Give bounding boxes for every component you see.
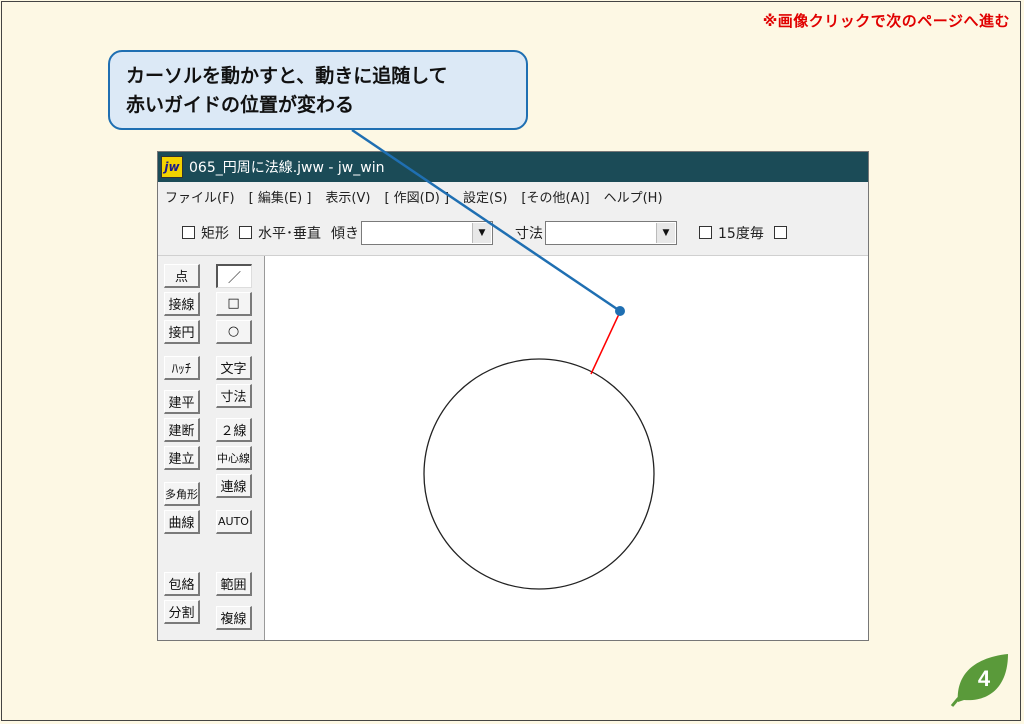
tool-text[interactable]: 文字 [216, 356, 252, 380]
control-bar: 矩形 水平･垂直 傾き ▼ 寸法 ▼ 15度毎 [158, 210, 868, 256]
tool-polygon[interactable]: 多角形 [164, 482, 200, 506]
checkbox-box [239, 226, 252, 239]
tool-center-line[interactable]: 中心線 [216, 446, 252, 470]
tool-plan[interactable]: 建平 [164, 390, 200, 414]
checkbox-box [773, 226, 787, 239]
checkbox-box [699, 226, 712, 239]
tool-connect-line[interactable]: 連線 [216, 474, 252, 498]
tool-circle[interactable]: ○ [216, 320, 252, 344]
tool-line[interactable]: ／ [216, 264, 252, 288]
tool-copy-line[interactable]: 複線 [216, 606, 252, 630]
menu-edit[interactable]: [ 編集(E) ] [242, 187, 319, 206]
window-title: 065_円周に法線.jww - jw_win [189, 160, 385, 176]
menu-other[interactable]: [その他(A)] [514, 187, 596, 206]
canvas-drawing [423, 313, 655, 590]
work-area: 点 接線 接円 ﾊｯﾁ 建平 建断 建立 多角形 曲線 包絡 分割 ／ □ ○ … [158, 256, 868, 640]
titlebar[interactable]: jw 065_円周に法線.jww - jw_win [158, 152, 868, 182]
page-number-badge: 4 [950, 654, 1008, 707]
dim-combo[interactable]: ▼ [545, 220, 677, 245]
tool-range[interactable]: 範囲 [216, 572, 252, 596]
tool-elevation[interactable]: 建立 [164, 446, 200, 470]
rect-label: 矩形 [201, 225, 229, 242]
tool-divide[interactable]: 分割 [164, 600, 200, 624]
extra-checkbox[interactable] [773, 226, 793, 239]
menu-view[interactable]: 表示(V) [318, 187, 377, 206]
tool-section[interactable]: 建断 [164, 418, 200, 442]
page-number: 4 [978, 666, 991, 691]
menu-bar: ファイル(F) [ 編集(E) ] 表示(V) [ 作図(D) ] 設定(S) … [158, 182, 868, 210]
tool-point[interactable]: 点 [164, 264, 200, 288]
tool-double-line[interactable]: ２線 [216, 418, 252, 442]
callout-box: カーソルを動かすと、動きに追随して 赤いガイドの位置が変わる [108, 50, 528, 130]
next-page-note: ※画像クリックで次のページへ進む [762, 12, 1010, 30]
deg15-label: 15度毎 [718, 225, 764, 242]
slope-combo[interactable]: ▼ [361, 220, 493, 245]
tool-panel: 点 接線 接円 ﾊｯﾁ 建平 建断 建立 多角形 曲線 包絡 分割 ／ □ ○ … [158, 256, 265, 640]
tool-hatch[interactable]: ﾊｯﾁ [164, 356, 200, 380]
tool-envelope[interactable]: 包絡 [164, 572, 200, 596]
callout-line-1: カーソルを動かすと、動きに追随して [126, 65, 448, 87]
callout-line-2: 赤いガイドの位置が変わる [126, 94, 355, 116]
jw-app-icon: jw [161, 156, 183, 178]
menu-help[interactable]: ヘルプ(H) [597, 187, 670, 206]
tool-rectangle[interactable]: □ [216, 292, 252, 316]
menu-draw[interactable]: [ 作図(D) ] [377, 187, 456, 206]
dropdown-arrow-icon[interactable]: ▼ [656, 222, 675, 243]
tool-auto[interactable]: AUTO [216, 510, 252, 534]
tool-dimension[interactable]: 寸法 [216, 384, 252, 408]
tool-tangent-line[interactable]: 接線 [164, 292, 200, 316]
rect-checkbox[interactable]: 矩形 [182, 223, 229, 243]
menu-settings[interactable]: 設定(S) [456, 187, 514, 206]
drawn-circle [423, 358, 655, 590]
red-normal-guide [590, 313, 620, 375]
jw-window: jw 065_円周に法線.jww - jw_win ファイル(F) [ 編集(E… [157, 151, 869, 641]
hv-checkbox[interactable]: 水平･垂直 [239, 223, 321, 243]
dim-label: 寸法 [515, 225, 543, 242]
checkbox-box [182, 226, 195, 239]
tool-tangent-circle[interactable]: 接円 [164, 320, 200, 344]
drawing-canvas[interactable] [265, 256, 868, 640]
dropdown-arrow-icon[interactable]: ▼ [472, 222, 491, 243]
tool-curve[interactable]: 曲線 [164, 510, 200, 534]
menu-file[interactable]: ファイル(F) [158, 187, 242, 206]
deg15-checkbox[interactable]: 15度毎 [699, 223, 764, 243]
slope-label: 傾き [331, 225, 359, 242]
hv-label: 水平･垂直 [258, 225, 321, 242]
